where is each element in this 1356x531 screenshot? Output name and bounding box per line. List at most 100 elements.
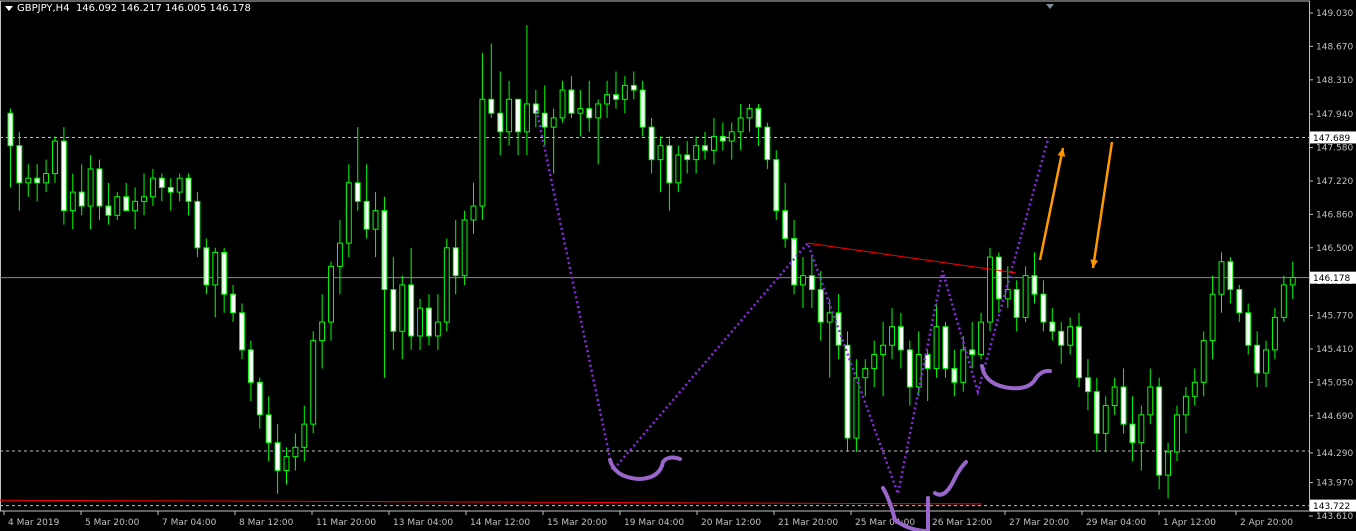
candle-body [978, 321, 985, 356]
candle-body [399, 284, 406, 332]
candle-body [710, 135, 717, 151]
price-chart[interactable]: 149.030 148.670 148.310 147.940 147.580 147.2… [0, 0, 1356, 531]
x-tick-label: 2 Apr 20:00 [1240, 518, 1293, 528]
candle-body [78, 191, 85, 207]
candle-body [737, 117, 744, 133]
candle-body [247, 349, 254, 383]
y-tick-label: 143.970 [1316, 479, 1353, 489]
y-tick-label: 146.500 [1316, 244, 1353, 254]
candle-body [185, 177, 192, 202]
candle-body [1289, 276, 1296, 286]
x-tick-label: 26 Mar 12:00 [932, 518, 992, 528]
candle-body [800, 275, 806, 286]
candle-body [354, 182, 361, 202]
dropdown-triangle-icon[interactable] [5, 5, 13, 11]
x-tick-label: 5 Mar 20:00 [85, 518, 140, 528]
candle-body [666, 145, 673, 184]
candle-body [87, 168, 94, 207]
candle-body [906, 349, 913, 388]
candle-body [523, 103, 530, 133]
up-arrow-shaft [1038, 147, 1065, 261]
candle-body [808, 275, 815, 291]
candle-body [7, 112, 14, 147]
candle-body [995, 256, 1002, 300]
resistance-trendline[interactable] [807, 242, 1016, 274]
candle-body [497, 112, 504, 133]
candle-body [577, 108, 584, 114]
chart-header: GBPJPY,H4 146.092 146.217 146.005 146.17… [5, 3, 251, 14]
candle-body [782, 210, 789, 240]
support-line[interactable] [0, 499, 982, 505]
candle-body [933, 326, 940, 369]
candle-body [684, 154, 691, 161]
candle-body [176, 177, 183, 193]
candle-body [693, 145, 700, 161]
x-tick-label: 11 Mar 20:00 [316, 518, 376, 528]
candle-body [1102, 405, 1109, 434]
candle-body [230, 293, 237, 314]
candle-body [1049, 321, 1056, 332]
candle-body [817, 289, 824, 323]
x-tick-label: 8 Mar 12:00 [239, 518, 294, 528]
candle-body [239, 312, 245, 351]
candle-body [1022, 275, 1029, 318]
down-arrow-shaft [1091, 141, 1114, 269]
candle-body [755, 108, 762, 128]
candle-body [203, 247, 210, 286]
candle-body [426, 307, 432, 337]
y-tick-label: 143.610 [1316, 512, 1353, 522]
candle-body [1129, 423, 1136, 444]
candle-body [1236, 289, 1243, 314]
candle-body [1093, 391, 1100, 434]
price-label: 146.178 [1313, 274, 1350, 284]
candle-body [1271, 316, 1278, 351]
candle-body [550, 117, 557, 128]
candle-body [942, 326, 949, 369]
candle-body [1111, 386, 1118, 407]
candle-body [363, 200, 370, 230]
candle-body [194, 200, 201, 249]
candle-body [274, 442, 281, 472]
candle-body [1227, 261, 1234, 291]
candle-body [132, 200, 139, 212]
candle-body [34, 177, 41, 184]
candle-body [541, 112, 548, 128]
candle-body [149, 177, 156, 198]
candle-body [595, 103, 602, 119]
candle-body [621, 84, 628, 100]
up-arrow-head [1057, 148, 1066, 157]
candle-body [336, 242, 343, 267]
y-tick-label: 144.690 [1316, 412, 1353, 422]
price-label: 143.722 [1313, 502, 1350, 512]
candle-body [158, 177, 165, 188]
candle-body [826, 312, 833, 323]
x-tick-label: 7 Mar 04:00 [162, 518, 217, 528]
candle-body [345, 182, 352, 244]
x-tick-label: 1 Apr 12:00 [1163, 518, 1216, 528]
candle-body [167, 186, 174, 193]
y-tick-label: 149.030 [1316, 9, 1353, 19]
candle-body [951, 367, 958, 383]
candle-body [1156, 386, 1163, 476]
candle-body [568, 89, 575, 114]
candle-body [1245, 312, 1252, 346]
ohlc-values: 146.092 146.217 146.005 146.178 [75, 3, 251, 14]
candle-body [60, 140, 67, 212]
pattern-zigzag-line[interactable] [535, 110, 1050, 499]
candle-body [1084, 377, 1091, 393]
candle-body [328, 265, 334, 323]
candle-body [434, 321, 441, 337]
candle-body [880, 344, 887, 356]
candle-body [835, 312, 842, 346]
y-tick-label: 147.940 [1316, 110, 1353, 120]
candle-body [212, 251, 219, 286]
scroll-marker-icon[interactable] [1046, 4, 1054, 9]
candle-body [310, 340, 317, 425]
candle-body [1280, 284, 1287, 318]
candle-body [1138, 414, 1145, 444]
candle-body [648, 126, 655, 161]
candle-body [1040, 293, 1047, 323]
candle-body [1031, 275, 1038, 295]
candle-body [1013, 289, 1020, 318]
plot-frame [0, 0, 1310, 512]
